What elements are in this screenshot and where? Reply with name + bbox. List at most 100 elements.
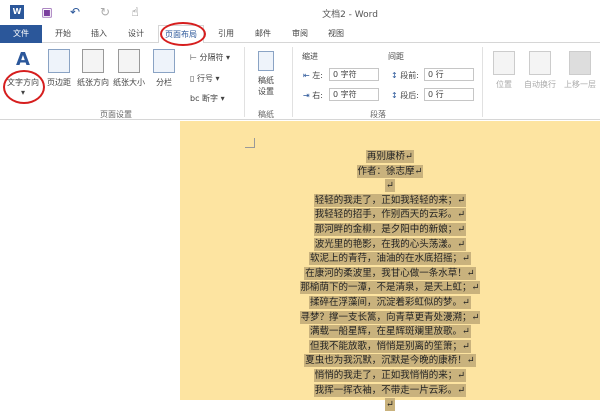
- tab-mailings[interactable]: 邮件: [255, 28, 271, 39]
- indent-right-input[interactable]: 0 字符: [329, 88, 379, 101]
- document-page[interactable]: 再别康桥↵ 作者：徐志摩↵ ↵ 轻轻的我走了，正如我轻轻的来；↵ 我轻轻的招手，作别西天…: [180, 121, 600, 412]
- position-label: 位置: [496, 80, 512, 89]
- hyphenation-label: 断字: [202, 94, 219, 103]
- size-label: 纸张大小: [113, 78, 145, 87]
- indent-right-label: 右:: [312, 91, 323, 100]
- columns-icon: [153, 49, 175, 73]
- columns-button[interactable]: 分栏: [152, 49, 176, 88]
- draft-icon: [258, 51, 274, 71]
- tab-review[interactable]: 审阅: [292, 28, 308, 39]
- poem-line-text: 轻轻的我走了，正如我轻轻的来；↵: [313, 193, 467, 207]
- indent-heading: 缩进: [302, 52, 318, 61]
- draft-settings-label: 稿纸 设置: [258, 76, 274, 96]
- divider: [292, 47, 293, 117]
- wrap-text-button[interactable]: 自动换行: [520, 51, 560, 90]
- group-page-setup: 页面设置: [100, 110, 132, 119]
- spacing-heading: 间距: [388, 52, 404, 61]
- indent-left-icon: ⇤: [303, 71, 310, 80]
- poem-line: 那榆荫下的一潭，不是清泉，是天上虹；↵: [180, 281, 600, 296]
- size-icon: [118, 49, 140, 73]
- poem-line: 在康河的柔波里，我甘心做一条水草！↵: [180, 266, 600, 282]
- wrap-text-icon: [529, 51, 551, 75]
- position-button[interactable]: 位置: [490, 51, 518, 90]
- poem-line-text: 再别康桥↵: [366, 150, 414, 163]
- poem-line: 再别康桥↵: [180, 150, 600, 165]
- poem-line: 但我不能放歌，悄悄是别离的笙箫；↵: [180, 339, 600, 355]
- breaks-button[interactable]: ⊢ 分隔符 ▾: [190, 52, 230, 63]
- orientation-icon: [82, 49, 104, 73]
- size-button[interactable]: 纸张大小: [112, 49, 146, 88]
- poem-line-text: 软泥上的青荇，油油的在水底招摇；↵: [309, 252, 471, 266]
- tab-view[interactable]: 视图: [328, 28, 344, 39]
- poem-line: 寻梦？撑一支长篙，向青草更青处漫溯；↵: [180, 310, 600, 326]
- tab-file[interactable]: 文件: [0, 25, 42, 43]
- hyphenation-button[interactable]: bc 断字 ▾: [190, 93, 225, 104]
- bring-forward-icon: [569, 51, 591, 75]
- orientation-button[interactable]: 纸张方向: [76, 49, 110, 88]
- orientation-label: 纸张方向: [77, 78, 109, 87]
- poem-line: ↵: [180, 179, 600, 194]
- spacing-before-label: 段前:: [400, 71, 419, 80]
- poem-line-text: 波光里的艳影，在我的心头荡漾。↵: [313, 237, 467, 251]
- hyphenation-icon: bc: [190, 94, 203, 103]
- indent-left-input[interactable]: 0 字符: [329, 68, 379, 81]
- poem-line-text: 悄悄的我走了，正如我悄悄的来；↵: [313, 368, 467, 382]
- line-numbers-button[interactable]: ▯ 行号 ▾: [190, 73, 220, 84]
- poem-line: 我挥一挥衣袖，不带走一片云彩。↵: [180, 383, 600, 399]
- divider: [482, 47, 483, 117]
- poem-line: 揉碎在浮藻间，沉淀着彩虹似的梦。↵: [180, 295, 600, 311]
- group-draft: 稿纸: [258, 110, 274, 119]
- annotation-circle: [3, 70, 45, 104]
- annotation-circle: [160, 22, 206, 46]
- tab-home[interactable]: 开始: [55, 28, 71, 39]
- breaks-label: 分隔符: [199, 53, 224, 62]
- poem-line: 悄悄的我走了，正如我悄悄的来；↵: [180, 368, 600, 384]
- indent-right-icon: ⇥: [303, 91, 310, 100]
- poem-line-text: 那榆荫下的一潭，不是清泉，是天上虹；↵: [299, 281, 481, 295]
- bring-forward-button[interactable]: 上移一层: [560, 51, 600, 90]
- poem-text[interactable]: 再别康桥↵ 作者：徐志摩↵ ↵ 轻轻的我走了，正如我轻轻的来；↵ 我轻轻的招手，作别西天…: [180, 150, 600, 413]
- poem-line-text: 我轻轻的招手，作别西天的云彩。↵: [313, 208, 467, 222]
- ribbon-tabs: 文件 开始 插入 设计 页面布局 引用 邮件 审阅 视图: [0, 25, 600, 44]
- poem-line-text: 作者：徐志摩↵: [356, 164, 424, 178]
- poem-line-text: ↵: [385, 398, 395, 412]
- poem-line: 我轻轻的招手，作别西天的云彩。↵: [180, 208, 600, 223]
- indent-left-label: 左:: [312, 71, 323, 80]
- poem-line-text: 寻梦？撑一支长篙，向青草更青处漫溯；↵: [299, 310, 481, 324]
- poem-line-text: 在康河的柔波里，我甘心做一条水草！↵: [304, 266, 476, 280]
- poem-line: 那河畔的金柳，是夕阳中的新娘；↵: [180, 222, 600, 238]
- group-paragraph: 段落: [370, 110, 386, 119]
- spacing-before-icon: ↕: [391, 71, 398, 80]
- spacing-after-icon: ↕: [391, 91, 398, 100]
- wrap-text-label: 自动换行: [524, 80, 556, 89]
- poem-line-text: 那河畔的金柳，是夕阳中的新娘；↵: [313, 222, 467, 236]
- draft-settings-button[interactable]: 稿纸 设置: [252, 51, 280, 97]
- poem-line-text: 我挥一挥衣袖，不带走一片云彩。↵: [313, 383, 467, 397]
- poem-line: 夏虫也为我沉默，沉默是今晚的康桥！↵: [180, 354, 600, 369]
- columns-label: 分栏: [156, 78, 172, 87]
- poem-line-text: 但我不能放歌，悄悄是别离的笙箫；↵: [309, 339, 471, 353]
- line-numbers-label: 行号: [196, 74, 213, 83]
- line-numbers-icon: ▯: [190, 74, 197, 83]
- position-icon: [493, 51, 515, 75]
- breaks-icon: ⊢: [190, 53, 200, 62]
- bring-forward-label: 上移一层: [564, 80, 596, 89]
- tab-references[interactable]: 引用: [218, 28, 234, 39]
- poem-line-text: 揉碎在浮藻间，沉淀着彩虹似的梦。↵: [309, 295, 471, 309]
- poem-line: 软泥上的青荇，油油的在水底招摇；↵: [180, 252, 600, 267]
- poem-line: 作者：徐志摩↵: [180, 164, 600, 180]
- margins-label: 页边距: [47, 78, 71, 87]
- title-bar: W ▣ ↶ ↻ ☝ 文档2 - Word: [0, 0, 600, 25]
- spacing-after-input[interactable]: 0 行: [424, 88, 474, 101]
- poem-line-text: 夏虫也为我沉默，沉默是今晚的康桥！↵: [304, 354, 476, 368]
- divider: [244, 47, 245, 117]
- margins-button[interactable]: 页边距: [45, 49, 73, 88]
- poem-line: 轻轻的我走了，正如我轻轻的来；↵: [180, 193, 600, 209]
- margins-icon: [48, 49, 70, 73]
- poem-line-text: 满载一船星辉，在星辉斑斓里放歌。↵: [309, 325, 471, 339]
- tab-design[interactable]: 设计: [128, 28, 144, 39]
- tab-insert[interactable]: 插入: [91, 28, 107, 39]
- spacing-before-input[interactable]: 0 行: [424, 68, 474, 81]
- spacing-after-label: 段后:: [400, 91, 419, 100]
- window-title: 文档2 - Word: [322, 10, 378, 20]
